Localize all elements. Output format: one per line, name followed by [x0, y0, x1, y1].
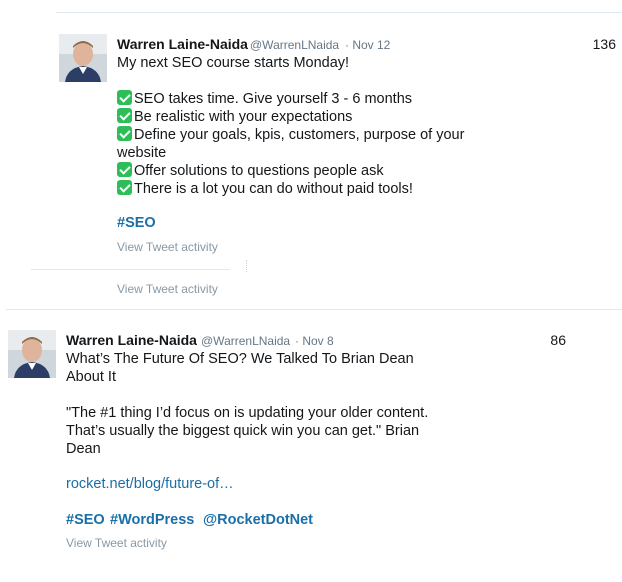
hashtag-link[interactable]: #WordPress [110, 512, 194, 528]
tweet-divider [6, 309, 622, 310]
hashtag-link[interactable]: #SEO [66, 512, 105, 528]
view-tweet-activity-link[interactable]: View Tweet activity [117, 240, 218, 254]
view-tweet-activity-link[interactable]: View Tweet activity [66, 536, 167, 550]
thread-connector [246, 260, 248, 272]
tweet-text-line: Define your goals, kpis, customers, purp… [117, 126, 464, 144]
top-divider [56, 12, 622, 13]
tweet-text-line: Be realistic with your expectations [117, 108, 352, 126]
tweet-date[interactable]: · Nov 8 [295, 334, 334, 348]
avatar[interactable] [8, 330, 56, 378]
tweet-text-line: My next SEO course starts Monday! [117, 55, 350, 71]
tweet-text-line: There is a lot you can do without paid t… [117, 180, 413, 198]
hashtag-link[interactable]: #SEO [117, 215, 156, 231]
tweet-text-line: Offer solutions to questions people ask [117, 162, 384, 180]
tweet-text-line: website [117, 145, 167, 161]
mention-link[interactable]: @RocketDotNet [203, 512, 313, 528]
check-mark-icon [117, 162, 132, 177]
tweet-date[interactable]: · Nov 12 [345, 38, 390, 52]
tweet-text-line: SEO takes time. Give yourself 3 - 6 mont… [117, 90, 412, 108]
tweet-text-line: "The #1 thing I’d focus on is updating y… [66, 405, 429, 421]
impressions-count: 136 [592, 36, 616, 52]
check-mark-icon [117, 108, 132, 123]
view-tweet-activity-link[interactable]: View Tweet activity [117, 282, 218, 296]
check-mark-icon [117, 90, 132, 105]
avatar-photo [59, 34, 107, 82]
tweet-text-line: That’s usually the biggest quick win you… [66, 423, 420, 439]
tweet-text-line: What’s The Future Of SEO? We Talked To B… [66, 351, 414, 367]
tweet-text-line: Dean [66, 441, 101, 457]
impressions-count: 86 [550, 332, 566, 348]
author-name[interactable]: Warren Laine-Naida [117, 36, 248, 52]
avatar-photo [8, 330, 56, 378]
author-handle[interactable]: @WarrenLNaida [250, 38, 339, 52]
avatar[interactable] [59, 34, 107, 82]
check-mark-icon [117, 180, 132, 195]
article-link[interactable]: rocket.net/blog/future-of… [66, 476, 234, 492]
author-handle[interactable]: @WarrenLNaida [201, 334, 290, 348]
thread-divider [31, 269, 230, 270]
tweet-text-line: About It [66, 369, 116, 385]
author-name[interactable]: Warren Laine-Naida [66, 332, 197, 348]
check-mark-icon [117, 126, 132, 141]
